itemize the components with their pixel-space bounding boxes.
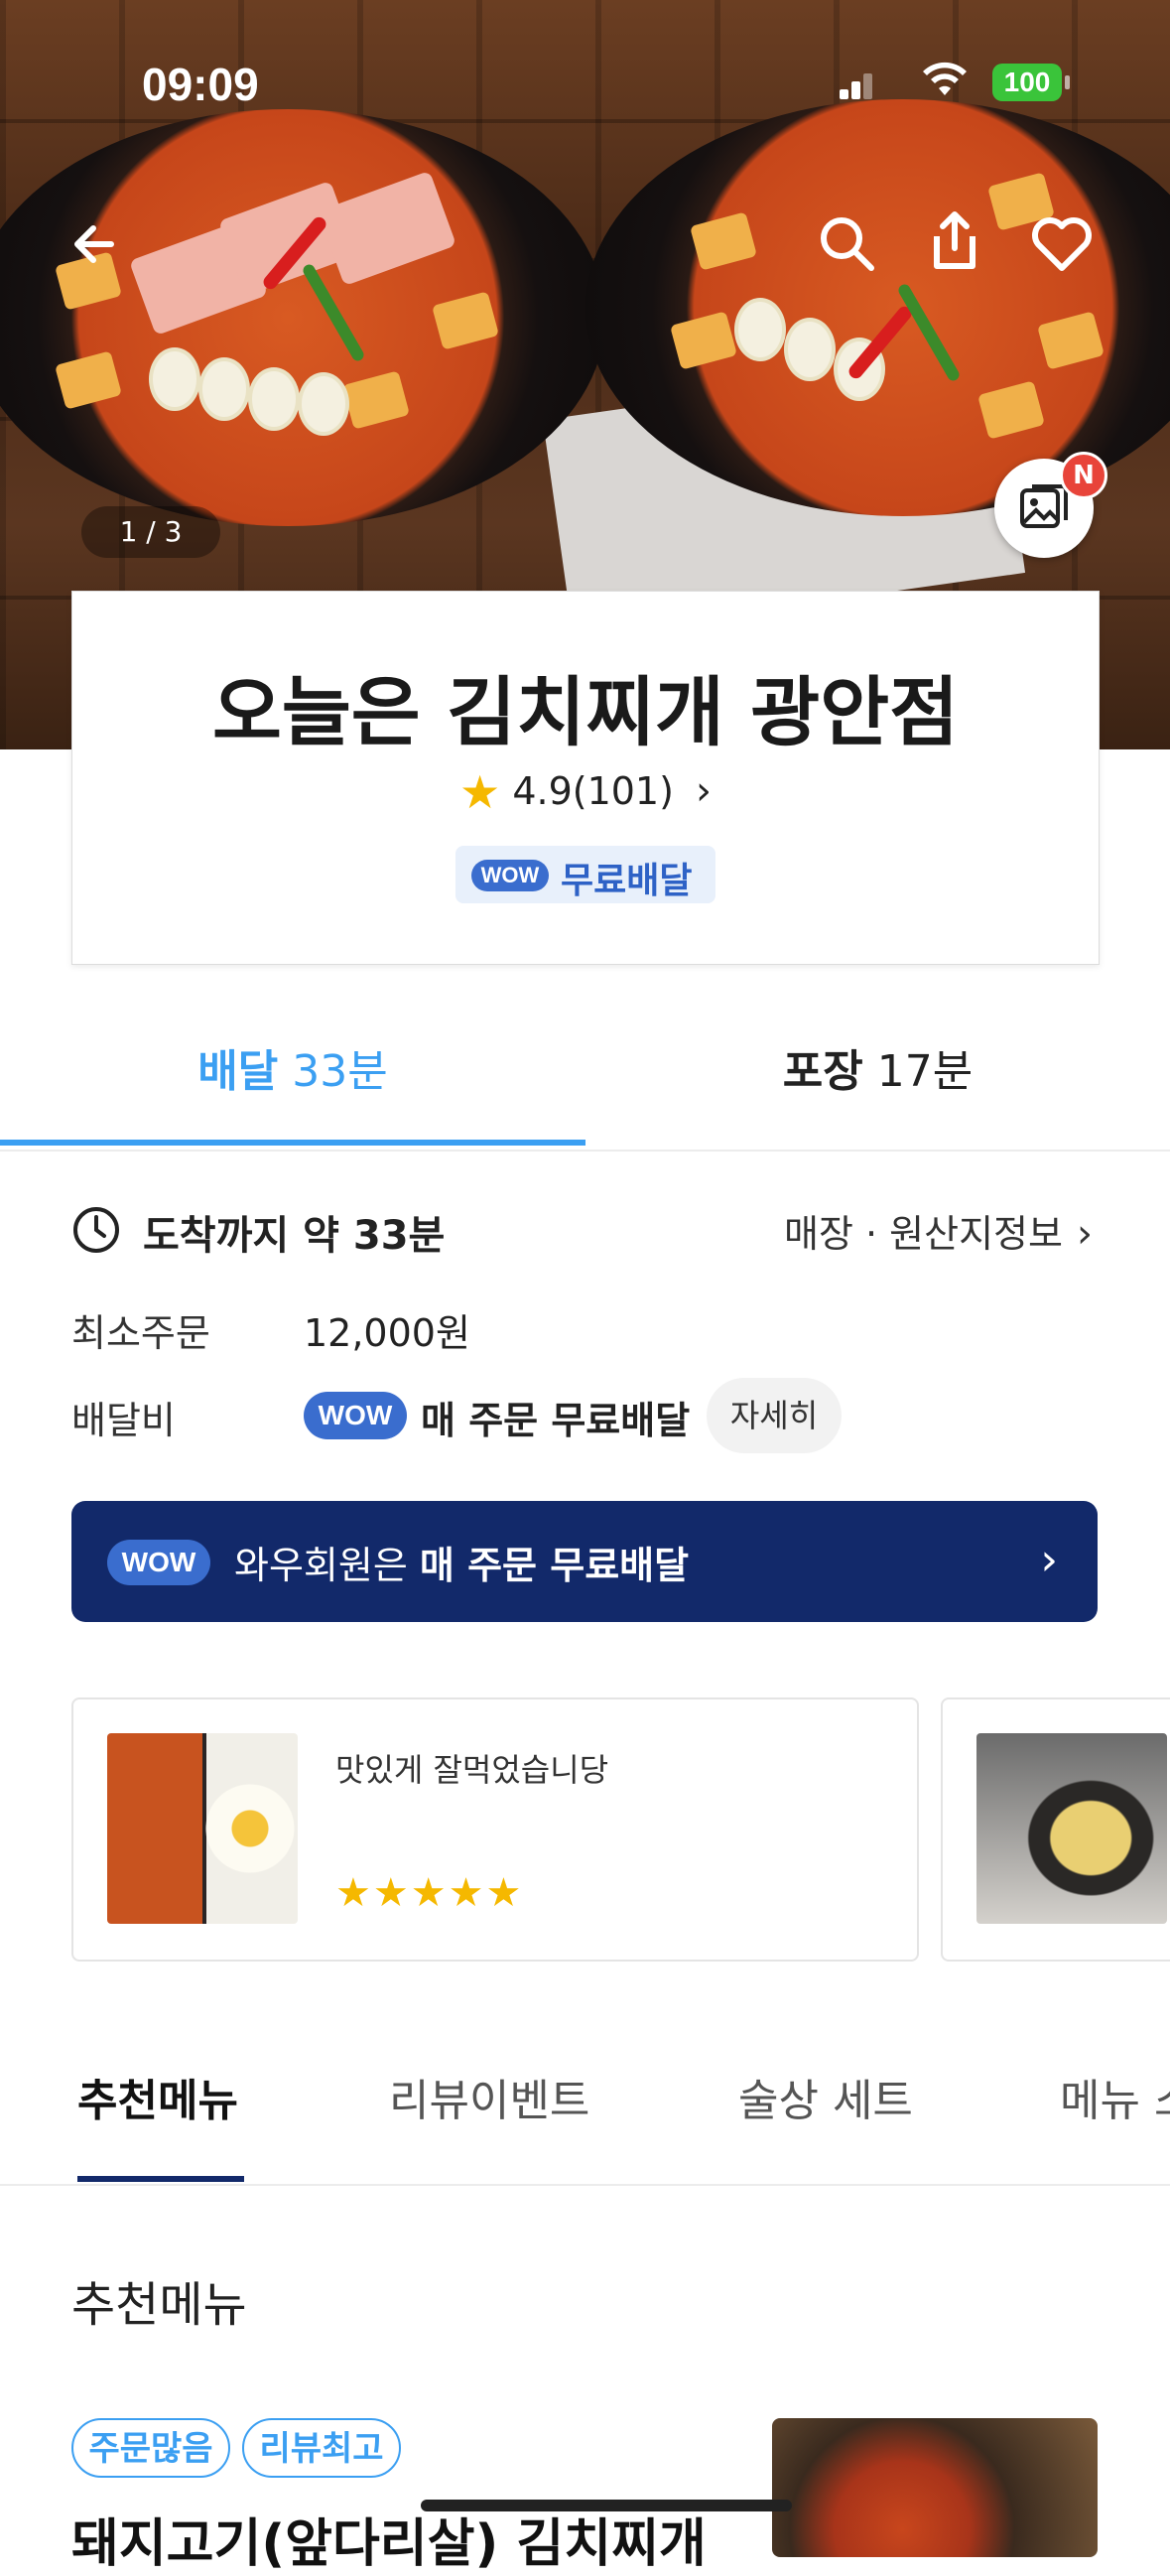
search-icon[interactable] [812, 208, 883, 280]
home-indicator [421, 2500, 792, 2511]
review-star-rating: ★★★★★ [335, 1870, 524, 1916]
wifi-icon [921, 60, 969, 99]
menu-item-name[interactable]: 돼지고기(앞다리살) 김치찌개 [71, 2502, 707, 2576]
status-time: 09:09 [142, 59, 259, 110]
menu-category-tabs: 추천메뉴 리뷰이벤트 술상 세트 메뉴 소 [0, 2037, 1170, 2186]
tab-pickup[interactable]: 포장 17분 [585, 993, 1170, 1146]
clock-icon [71, 1205, 121, 1255]
cellular-signal-icon [840, 69, 872, 99]
arrival-estimate: 도착까지 약 33분 [143, 1203, 445, 1261]
wow-badge: WOW [471, 860, 549, 891]
review-photo [976, 1733, 1167, 1924]
store-info-label: 매장 · 원산지정보 [784, 1212, 1063, 1256]
rating-value: 4.9 [512, 769, 573, 813]
star-icon: ★ [458, 765, 501, 819]
banner-text-prefix: 와우회원은 [234, 1544, 408, 1587]
photo-counter: 1 / 3 [81, 506, 220, 558]
active-tab-indicator [77, 2176, 244, 2182]
wow-badge: WOW [304, 1392, 407, 1439]
tag-popular: 주문많음 [71, 2418, 230, 2478]
new-badge: N [1060, 452, 1107, 499]
wow-banner-text: 와우회원은 매 주문 무료배달 [234, 1535, 689, 1589]
min-order-value: 12,000원 [304, 1311, 470, 1355]
store-origin-info-link[interactable]: 매장 · 원산지정보 › [784, 1203, 1093, 1258]
order-type-tabs: 배달 33분 포장 17분 [0, 993, 1170, 1152]
tab-drink-set[interactable]: 술상 세트 [738, 2065, 913, 2128]
tab-review-event[interactable]: 리뷰이벤트 [389, 2065, 589, 2128]
chevron-right-icon: › [1076, 1211, 1093, 1257]
delivery-fee-detail-button[interactable]: 자세히 [707, 1378, 842, 1453]
review-photo [107, 1733, 298, 1924]
store-name: 오늘은 김치찌개 광안점 [211, 668, 960, 756]
min-order-label: 최소주문 [71, 1311, 210, 1355]
store-card: 오늘은 김치찌개 광안점 ★ 4.9(101) › WOW 무료배달 [71, 591, 1100, 965]
review-card[interactable] [941, 1697, 1170, 1962]
chevron-right-icon: › [1040, 1535, 1058, 1585]
battery-indicator: 100 [992, 64, 1070, 101]
tab-delivery[interactable]: 배달 33분 [0, 993, 585, 1146]
review-text: 맛있게 잘먹었습니당 [335, 1751, 609, 1789]
tab-recommended[interactable]: 추천메뉴 [77, 2065, 238, 2128]
chevron-right-icon: › [696, 768, 713, 814]
back-arrow-icon[interactable] [60, 208, 131, 280]
review-card[interactable]: 맛있게 잘먹었습니당 ★★★★★ [71, 1697, 919, 1962]
arrival-time: 33분 [352, 1213, 446, 1259]
delivery-fee-value: 매 주문 무료배달 [421, 1399, 691, 1442]
free-delivery-text: 무료배달 [561, 861, 693, 901]
tab-delivery-label: 배달 [197, 1046, 279, 1097]
section-title: 추천메뉴 [71, 2277, 247, 2333]
gallery-icon [1020, 484, 1068, 528]
wow-membership-banner[interactable]: WOW 와우회원은 매 주문 무료배달 › [71, 1501, 1098, 1622]
heart-icon[interactable] [1026, 208, 1098, 280]
review-count: (101) [572, 769, 674, 813]
menu-item-photo[interactable] [772, 2418, 1098, 2557]
tab-menu-more[interactable]: 메뉴 소 [1060, 2065, 1170, 2128]
tab-pickup-time: 17분 [876, 1046, 974, 1097]
wow-badge: WOW [107, 1540, 210, 1585]
wow-free-delivery-chip: WOW 무료배달 [455, 846, 715, 903]
rating-link[interactable]: ★ 4.9(101) › [72, 765, 1099, 819]
tab-pickup-label: 포장 [782, 1046, 863, 1097]
share-icon[interactable] [919, 204, 990, 276]
tag-best-review: 리뷰최고 [242, 2418, 401, 2478]
tab-delivery-time: 33분 [292, 1046, 388, 1097]
banner-text-bold: 매 주문 무료배달 [419, 1544, 690, 1587]
delivery-fee-label: 배달비 [71, 1399, 176, 1442]
arrival-label: 도착까지 약 [143, 1213, 339, 1259]
